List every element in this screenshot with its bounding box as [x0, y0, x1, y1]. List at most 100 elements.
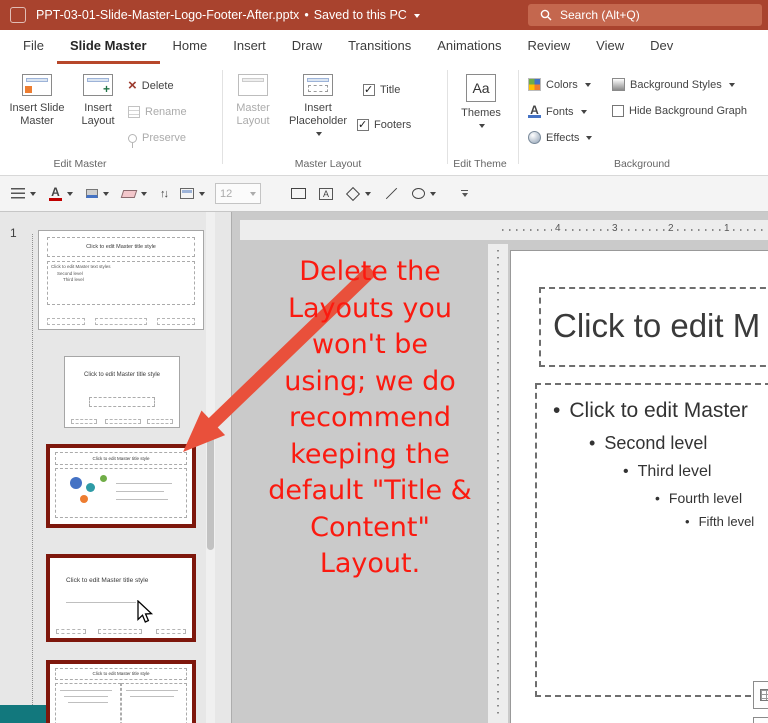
caret-icon: [199, 191, 205, 196]
tab-file[interactable]: File: [10, 30, 57, 64]
thumb-footer-placeholder: [47, 318, 85, 325]
colors-button[interactable]: Colors: [528, 78, 591, 91]
search-box[interactable]: Search (Alt+Q): [528, 4, 762, 26]
font-color-button[interactable]: A: [46, 182, 76, 206]
master-layout-group-label: Master Layout: [294, 158, 362, 170]
insert-slide-master-button[interactable]: Insert Slide Master: [6, 74, 68, 128]
saved-status-caret-icon[interactable]: [413, 13, 420, 18]
rename-button[interactable]: Rename: [128, 102, 187, 122]
shapes-icon: [345, 186, 361, 201]
hide-background-label: Hide Background Graph: [629, 105, 748, 117]
tab-home[interactable]: Home: [160, 30, 221, 64]
hide-background-checkbox-box[interactable]: [612, 105, 624, 117]
horizontal-ruler[interactable]: 4 3 2 1: [240, 220, 768, 240]
oval-shape-button[interactable]: [409, 182, 439, 206]
insert-picture-icon[interactable]: [753, 717, 768, 723]
thumb-footer-placeholder: [98, 629, 142, 634]
outline-level-button[interactable]: [8, 182, 39, 206]
title-checkbox-label: Title: [380, 84, 401, 96]
font-size-combo[interactable]: 12: [215, 183, 261, 204]
vertical-ruler[interactable]: [488, 244, 508, 723]
insert-placeholder-icon: [303, 74, 333, 96]
background-styles-button[interactable]: Background Styles: [612, 78, 735, 91]
sort-button[interactable]: ↑↓: [157, 182, 170, 206]
content-line: [66, 602, 136, 603]
preserve-button[interactable]: Preserve: [128, 128, 186, 148]
title-checkbox-box[interactable]: [363, 83, 375, 96]
thumb-subtitle-placeholder: [89, 397, 155, 407]
insert-placeholder-label2: Placeholder: [288, 115, 348, 127]
slide-number: 1: [10, 226, 17, 240]
insert-placeholder-button[interactable]: Insert Placeholder: [286, 74, 350, 141]
thumb-footer-placeholder: [56, 629, 86, 634]
shapes-button[interactable]: [343, 182, 374, 206]
ruler-number: 4: [552, 223, 564, 234]
bullet-level-5: Fifth level: [685, 514, 768, 529]
caret-icon: [141, 191, 147, 196]
background-group-label: Background: [613, 158, 671, 170]
themes-button[interactable]: Aa Themes: [455, 74, 507, 133]
saved-status[interactable]: Saved to this PC: [314, 8, 407, 22]
font-size-value: 12: [220, 187, 233, 200]
themes-label: Themes: [461, 107, 501, 119]
scrollbar-thumb[interactable]: [207, 418, 214, 550]
thumbnails-scrollbar[interactable]: [206, 212, 215, 723]
thumb-footer-placeholder: [71, 419, 97, 424]
title-checkbox[interactable]: Title: [363, 83, 401, 96]
master-layout-button[interactable]: Master Layout: [228, 74, 278, 128]
content-placeholder[interactable]: Click to edit Master Second level Third …: [535, 383, 768, 723]
colors-icon: [528, 78, 541, 91]
eraser-button[interactable]: [119, 182, 150, 206]
thumb-master-title: Click to edit Master title style: [86, 244, 156, 250]
tab-transitions[interactable]: Transitions: [335, 30, 424, 64]
footers-checkbox-box[interactable]: [357, 118, 369, 131]
toolbar-overflow-button[interactable]: [460, 189, 468, 198]
powerpoint-window: PPT-03-01-Slide-Master-Logo-Footer-After…: [0, 0, 768, 723]
thumbnail-layout-two-content[interactable]: Click to edit Master title style: [46, 660, 196, 723]
hide-background-graphics-checkbox[interactable]: Hide Background Graph: [612, 105, 747, 117]
effects-button[interactable]: Effects: [528, 131, 593, 144]
thumb-content-placeholder: [55, 468, 187, 518]
text-box-button[interactable]: A: [316, 182, 336, 206]
line-shape-button[interactable]: [381, 182, 402, 206]
slide-layout-button[interactable]: [177, 182, 208, 206]
thumb-master-body-line: Third level: [63, 277, 84, 282]
insert-table-icon[interactable]: [753, 681, 768, 709]
footers-checkbox[interactable]: Footers: [357, 118, 411, 131]
tab-animations[interactable]: Animations: [424, 30, 514, 64]
master-layout-icon: [238, 74, 268, 96]
rectangle-shape-button[interactable]: [288, 182, 309, 206]
thumbnail-slide-master[interactable]: Click to edit Master title style Click t…: [38, 230, 204, 330]
tab-developer[interactable]: Dev: [637, 30, 686, 64]
tab-view[interactable]: View: [583, 30, 637, 64]
font-size-caret-icon: [250, 191, 256, 196]
slide-canvas[interactable]: Click to edit M Click to edit Master Sec…: [510, 250, 768, 723]
tab-insert[interactable]: Insert: [220, 30, 279, 64]
thumb-layout4-title: Click to edit Master title style: [66, 577, 149, 584]
slide-editing-area: 4 3 2 1 Click to edit M Click to edit Ma…: [232, 212, 768, 723]
insert-layout-label2: Layout: [81, 115, 115, 127]
insert-layout-button[interactable]: + Insert Layout: [72, 74, 124, 128]
delete-button[interactable]: Delete: [128, 76, 174, 96]
thumbnail-layout-section[interactable]: Click to edit Master title style: [46, 554, 196, 642]
background-styles-icon: [612, 78, 625, 91]
eraser-icon: [120, 189, 138, 198]
tab-review[interactable]: Review: [515, 30, 584, 64]
title-placeholder[interactable]: Click to edit M: [539, 287, 768, 367]
edit-master-group-label: Edit Master: [53, 158, 107, 170]
thumb-footer-placeholder: [105, 419, 141, 424]
caret-icon: [430, 191, 436, 196]
content-line: [116, 499, 168, 500]
thumbnail-layout-title[interactable]: Click to edit Master title style: [64, 356, 180, 428]
fonts-button[interactable]: A Fonts: [528, 104, 587, 118]
filename: PPT-03-01-Slide-Master-Logo-Footer-After…: [36, 8, 300, 22]
tab-slide-master[interactable]: Slide Master: [56, 30, 160, 64]
app-icon[interactable]: [10, 7, 26, 23]
insert-placeholder-caret-icon: [316, 132, 322, 137]
colors-label: Colors: [546, 78, 578, 91]
thumbnail-layout-content[interactable]: Click to edit Master title style: [46, 444, 196, 528]
fill-color-button[interactable]: [83, 182, 112, 206]
tab-draw[interactable]: Draw: [279, 30, 335, 64]
title-separator: •: [304, 8, 309, 22]
ribbon-tabs: File Slide Master Home Insert Draw Trans…: [0, 30, 768, 64]
